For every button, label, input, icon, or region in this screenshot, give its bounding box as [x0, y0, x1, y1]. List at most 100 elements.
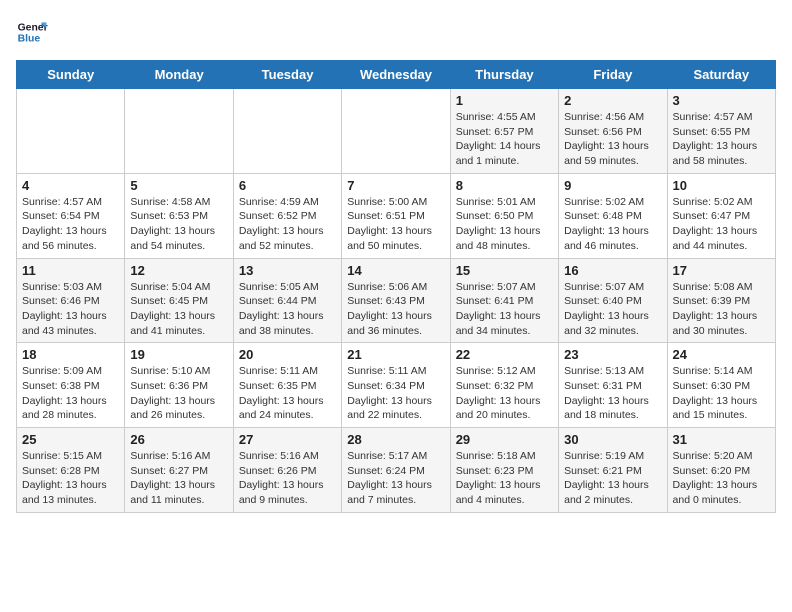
cell-content: Sunrise: 5:04 AM Sunset: 6:45 PM Dayligh… — [130, 280, 227, 339]
calendar-cell — [233, 89, 341, 174]
cell-content: Sunrise: 5:09 AM Sunset: 6:38 PM Dayligh… — [22, 364, 119, 423]
svg-text:Blue: Blue — [18, 34, 41, 45]
day-number: 24 — [673, 347, 770, 362]
calendar-cell: 12 Sunrise: 5:04 AM Sunset: 6:45 PM Dayli… — [125, 258, 233, 343]
day-number: 17 — [673, 263, 770, 278]
calendar-cell: 1 Sunrise: 4:55 AM Sunset: 6:57 PM Daylig… — [450, 89, 558, 174]
cell-content: Sunrise: 5:02 AM Sunset: 6:47 PM Dayligh… — [673, 195, 770, 254]
day-number: 21 — [347, 347, 444, 362]
cell-content: Sunrise: 4:57 AM Sunset: 6:54 PM Dayligh… — [22, 195, 119, 254]
calendar-cell: 31Sunrise: 5:20 AM Sunset: 6:20 PM Dayli… — [667, 428, 775, 513]
cell-content: Sunrise: 5:14 AM Sunset: 6:30 PM Dayligh… — [673, 364, 770, 423]
calendar-cell: 2Sunrise: 4:56 AM Sunset: 6:56 PM Daylig… — [559, 89, 667, 174]
cell-content: Sunrise: 5:10 AM Sunset: 6:36 PM Dayligh… — [130, 364, 227, 423]
day-number: 9 — [564, 178, 661, 193]
calendar-cell: 17 Sunrise: 5:08 AM Sunset: 6:39 PM Dayli… — [667, 258, 775, 343]
day-number: 7 — [347, 178, 444, 193]
day-number: 26 — [130, 432, 227, 447]
calendar-cell: 30 Sunrise: 5:19 AM Sunset: 6:21 PM Dayli… — [559, 428, 667, 513]
day-number: 18 — [22, 347, 119, 362]
header-row: SundayMondayTuesdayWednesdayThursdayFrid… — [17, 61, 776, 89]
calendar-cell: 24 Sunrise: 5:14 AM Sunset: 6:30 PM Dayli… — [667, 343, 775, 428]
cell-content: Sunrise: 5:15 AM Sunset: 6:28 PM Dayligh… — [22, 449, 119, 508]
calendar-cell: 18 Sunrise: 5:09 AM Sunset: 6:38 PM Dayli… — [17, 343, 125, 428]
day-number: 5 — [130, 178, 227, 193]
cell-content: Sunrise: 5:06 AM Sunset: 6:43 PM Dayligh… — [347, 280, 444, 339]
calendar-cell: 26 Sunrise: 5:16 AM Sunset: 6:27 PM Dayli… — [125, 428, 233, 513]
page-header: General Blue — [16, 16, 776, 48]
cell-content: Sunrise: 5:08 AM Sunset: 6:39 PM Dayligh… — [673, 280, 770, 339]
week-row-4: 18 Sunrise: 5:09 AM Sunset: 6:38 PM Dayli… — [17, 343, 776, 428]
cell-content: Sunrise: 5:07 AM Sunset: 6:41 PM Dayligh… — [456, 280, 553, 339]
day-number: 20 — [239, 347, 336, 362]
day-number: 13 — [239, 263, 336, 278]
cell-content: Sunrise: 5:16 AM Sunset: 6:27 PM Dayligh… — [130, 449, 227, 508]
calendar-cell: 21 Sunrise: 5:11 AM Sunset: 6:34 PM Dayli… — [342, 343, 450, 428]
cell-content: Sunrise: 4:57 AM Sunset: 6:55 PM Dayligh… — [673, 110, 770, 169]
header-tuesday: Tuesday — [233, 61, 341, 89]
cell-content: Sunrise: 4:58 AM Sunset: 6:53 PM Dayligh… — [130, 195, 227, 254]
week-row-1: 1 Sunrise: 4:55 AM Sunset: 6:57 PM Daylig… — [17, 89, 776, 174]
calendar-cell — [17, 89, 125, 174]
day-number: 8 — [456, 178, 553, 193]
week-row-3: 11 Sunrise: 5:03 AM Sunset: 6:46 PM Dayli… — [17, 258, 776, 343]
calendar-cell: 7 Sunrise: 5:00 AM Sunset: 6:51 PM Daylig… — [342, 173, 450, 258]
header-wednesday: Wednesday — [342, 61, 450, 89]
calendar-cell: 20Sunrise: 5:11 AM Sunset: 6:35 PM Dayli… — [233, 343, 341, 428]
day-number: 29 — [456, 432, 553, 447]
calendar-cell: 19 Sunrise: 5:10 AM Sunset: 6:36 PM Dayli… — [125, 343, 233, 428]
day-number: 30 — [564, 432, 661, 447]
cell-content: Sunrise: 5:19 AM Sunset: 6:21 PM Dayligh… — [564, 449, 661, 508]
day-number: 4 — [22, 178, 119, 193]
logo: General Blue — [16, 16, 52, 48]
calendar-cell: 22Sunrise: 5:12 AM Sunset: 6:32 PM Dayli… — [450, 343, 558, 428]
day-number: 12 — [130, 263, 227, 278]
cell-content: Sunrise: 5:05 AM Sunset: 6:44 PM Dayligh… — [239, 280, 336, 339]
header-saturday: Saturday — [667, 61, 775, 89]
cell-content: Sunrise: 5:13 AM Sunset: 6:31 PM Dayligh… — [564, 364, 661, 423]
calendar-cell: 4 Sunrise: 4:57 AM Sunset: 6:54 PM Daylig… — [17, 173, 125, 258]
calendar-cell: 3Sunrise: 4:57 AM Sunset: 6:55 PM Daylig… — [667, 89, 775, 174]
header-friday: Friday — [559, 61, 667, 89]
day-number: 22 — [456, 347, 553, 362]
cell-content: Sunrise: 5:07 AM Sunset: 6:40 PM Dayligh… — [564, 280, 661, 339]
logo-icon: General Blue — [16, 16, 48, 48]
cell-content: Sunrise: 4:56 AM Sunset: 6:56 PM Dayligh… — [564, 110, 661, 169]
calendar-table: SundayMondayTuesdayWednesdayThursdayFrid… — [16, 60, 776, 513]
day-number: 10 — [673, 178, 770, 193]
calendar-cell: 25 Sunrise: 5:15 AM Sunset: 6:28 PM Dayli… — [17, 428, 125, 513]
day-number: 23 — [564, 347, 661, 362]
calendar-cell: 9Sunrise: 5:02 AM Sunset: 6:48 PM Daylig… — [559, 173, 667, 258]
cell-content: Sunrise: 4:55 AM Sunset: 6:57 PM Dayligh… — [456, 110, 553, 169]
day-number: 1 — [456, 93, 553, 108]
day-number: 31 — [673, 432, 770, 447]
cell-content: Sunrise: 5:11 AM Sunset: 6:34 PM Dayligh… — [347, 364, 444, 423]
calendar-cell: 15 Sunrise: 5:07 AM Sunset: 6:41 PM Dayli… — [450, 258, 558, 343]
header-thursday: Thursday — [450, 61, 558, 89]
cell-content: Sunrise: 5:17 AM Sunset: 6:24 PM Dayligh… — [347, 449, 444, 508]
calendar-cell: 13 Sunrise: 5:05 AM Sunset: 6:44 PM Dayli… — [233, 258, 341, 343]
week-row-2: 4 Sunrise: 4:57 AM Sunset: 6:54 PM Daylig… — [17, 173, 776, 258]
day-number: 11 — [22, 263, 119, 278]
calendar-cell: 6Sunrise: 4:59 AM Sunset: 6:52 PM Daylig… — [233, 173, 341, 258]
cell-content: Sunrise: 4:59 AM Sunset: 6:52 PM Dayligh… — [239, 195, 336, 254]
calendar-cell: 10 Sunrise: 5:02 AM Sunset: 6:47 PM Dayli… — [667, 173, 775, 258]
calendar-cell: 5 Sunrise: 4:58 AM Sunset: 6:53 PM Daylig… — [125, 173, 233, 258]
cell-content: Sunrise: 5:01 AM Sunset: 6:50 PM Dayligh… — [456, 195, 553, 254]
cell-content: Sunrise: 5:00 AM Sunset: 6:51 PM Dayligh… — [347, 195, 444, 254]
calendar-cell: 28Sunrise: 5:17 AM Sunset: 6:24 PM Dayli… — [342, 428, 450, 513]
header-monday: Monday — [125, 61, 233, 89]
calendar-cell: 14 Sunrise: 5:06 AM Sunset: 6:43 PM Dayli… — [342, 258, 450, 343]
cell-content: Sunrise: 5:03 AM Sunset: 6:46 PM Dayligh… — [22, 280, 119, 339]
cell-content: Sunrise: 5:16 AM Sunset: 6:26 PM Dayligh… — [239, 449, 336, 508]
calendar-cell: 29Sunrise: 5:18 AM Sunset: 6:23 PM Dayli… — [450, 428, 558, 513]
week-row-5: 25 Sunrise: 5:15 AM Sunset: 6:28 PM Dayli… — [17, 428, 776, 513]
day-number: 19 — [130, 347, 227, 362]
calendar-cell — [342, 89, 450, 174]
day-number: 25 — [22, 432, 119, 447]
day-number: 16 — [564, 263, 661, 278]
day-number: 14 — [347, 263, 444, 278]
day-number: 15 — [456, 263, 553, 278]
calendar-cell — [125, 89, 233, 174]
calendar-cell: 11 Sunrise: 5:03 AM Sunset: 6:46 PM Dayli… — [17, 258, 125, 343]
